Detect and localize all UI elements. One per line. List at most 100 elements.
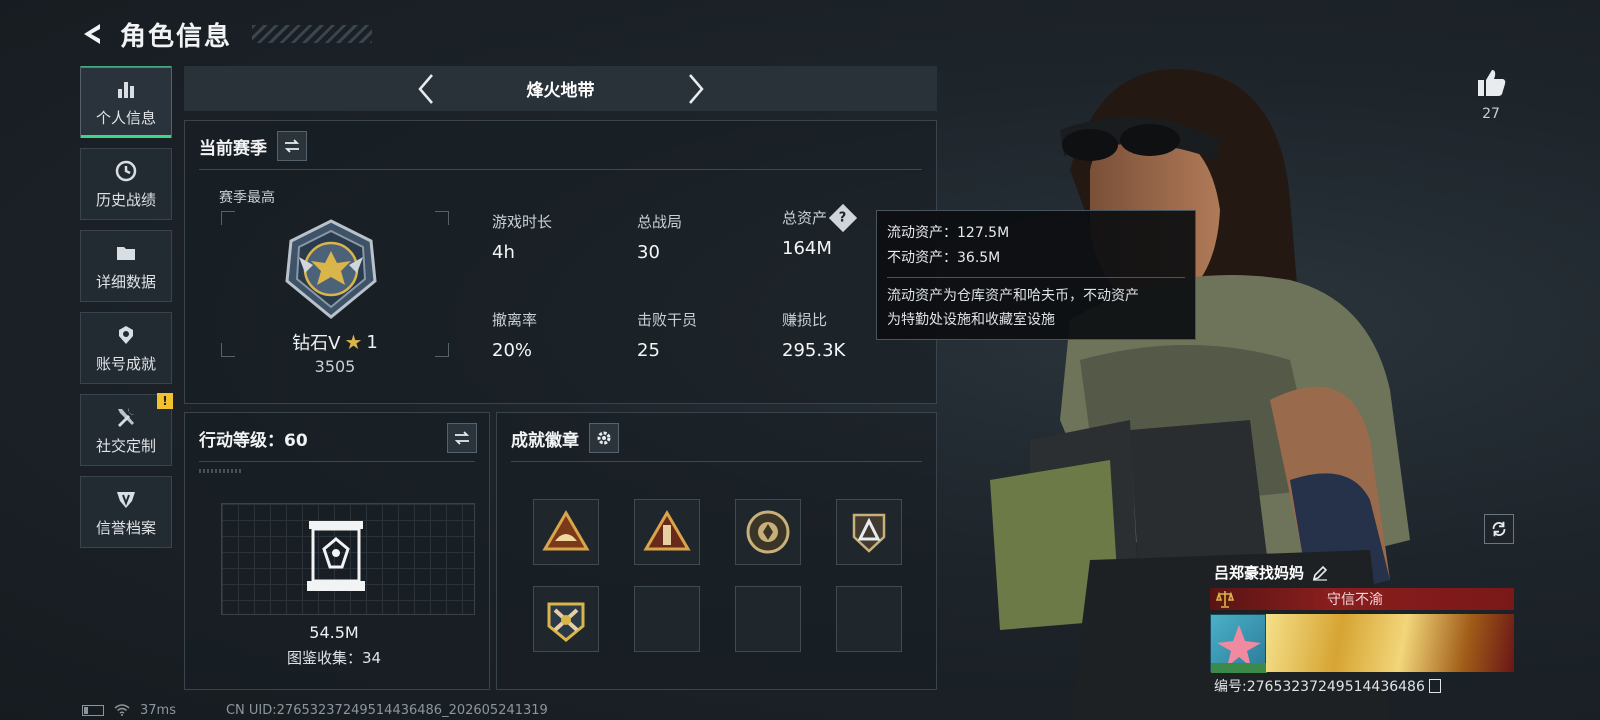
like-count: 27 [1482,106,1500,122]
sidebar-item-label: 信誉档案 [95,518,156,537]
stat-label: 撤离率 [492,311,538,329]
player-name-row: 吕郑豪找妈妈 [1214,562,1328,583]
season-header: 当前赛季 [199,131,307,161]
tooltip-fixed-assets: 不动资产：36.5M [887,250,1001,266]
triangle-camp-badge-icon [542,510,590,551]
reputation-shield-icon [114,487,138,511]
action-level-switch-button[interactable] [447,423,477,453]
honor-title-bar[interactable]: 守信不渝 [1210,588,1514,610]
badge-slot[interactable] [634,499,700,565]
tooltip-liquid-assets: 流动资产：127.5M [887,225,1010,241]
stat-kills: 击败干员 25 [637,309,697,361]
refresh-button[interactable] [1484,514,1514,544]
empty-badge-slot[interactable] [735,586,801,652]
badge-slot[interactable] [533,499,599,565]
season-title: 当前赛季 [199,138,267,159]
divider [199,461,475,462]
stat-label: 赚损比 [782,311,828,329]
stat-profit-ratio: 赚损比 295.3K [782,309,845,361]
stat-label: 击败干员 [637,311,698,329]
mode-next-button[interactable] [681,71,711,107]
divider [511,461,922,462]
empty-badge-slot[interactable] [836,586,902,652]
season-switch-button[interactable] [277,131,307,161]
sidebar-item-social-custom[interactable]: 社交定制 ! [80,393,173,466]
help-icon[interactable]: ? [828,203,858,232]
sidebar-item-label: 社交定制 [95,436,156,455]
swap-icon [454,431,470,445]
stat-value: 30 [637,242,660,263]
ping-value: 37ms [140,702,176,718]
mode-title: 烽火地带 [526,81,595,101]
stat-value: 295.3K [782,340,846,361]
badge-slot[interactable] [735,499,801,565]
achievement-icon [114,323,138,347]
mode-selector: 烽火地带 [184,66,937,111]
rank-name-text: 钻石V [292,333,341,354]
sidebar-item-label: 详细数据 [95,272,156,291]
vault-display-case-icon [307,521,365,591]
assets-tooltip: 流动资产：127.5M 不动资产：36.5M 流动资产为仓库资产和哈夫币，不动资… [876,210,1196,340]
stat-total-assets: 总资产 ? 164M [782,203,858,259]
bar-chart-icon [114,77,138,101]
sidebar-item-reputation[interactable]: 信誉档案 [80,476,172,548]
swap-icon [284,139,300,153]
alert-badge: ! [157,393,173,409]
refresh-icon [1492,521,1506,537]
avatar-card [1210,614,1267,673]
stat-label: 总战局 [637,213,683,231]
gear-icon [597,431,611,445]
empty-badge-slot[interactable] [634,586,700,652]
sidebar-item-match-history[interactable]: 历史战绩 [80,148,172,220]
profile-banner[interactable] [1210,614,1514,673]
sidebar-item-personal-info[interactable]: 个人信息 [80,66,172,138]
season-panel: 当前赛季 赛季最高 钻石V ★ 1 3505 游戏时长 4h 总战局 30 总资… [184,120,937,404]
badges-title: 成就徽章 [511,430,579,451]
sidebar-item-label: 历史战绩 [95,190,156,209]
sidebar-item-achievements[interactable]: 账号成就 [80,312,172,384]
action-level-title: 行动等级：60 [199,430,308,451]
round-emblem-badge-icon [746,510,790,554]
divider [199,169,922,170]
rank-box: 钻石V ★ 1 [221,211,449,357]
crossed-guns-badge-icon [547,602,585,642]
mode-prev-button[interactable] [411,71,441,107]
copy-icon[interactable] [1428,679,1441,693]
sidebar-item-detailed-data[interactable]: 详细数据 [80,230,172,302]
stat-label-row: 总资产 ? [782,203,858,232]
name-card-art [1266,614,1514,672]
badge-slot[interactable] [836,499,902,565]
starfish-avatar-icon [1211,625,1267,673]
back-arrow-icon[interactable] [80,21,106,47]
thumbs-up-icon[interactable] [1474,66,1508,100]
tools-icon [114,405,138,429]
badges-settings-button[interactable] [589,423,619,453]
rank-star-count: 1 [366,331,378,353]
sidebar: 个人信息 历史战绩 详细数据 账号成就 社交定制 ! 信誉档案 [80,66,173,548]
player-uid: 编号:27653237249514436486 [1214,679,1425,695]
corner-decoration [221,211,235,225]
edit-pencil-icon[interactable] [1312,565,1328,581]
wifi-icon [114,704,130,716]
stat-value: 4h [492,242,515,263]
rank-name: 钻石V ★ 1 [221,329,449,355]
battery-icon [82,704,104,716]
stat-value: 164M [782,238,832,259]
badge-slot[interactable] [533,586,599,652]
stat-label: 游戏时长 [492,213,553,231]
player-name: 吕郑豪找妈妈 [1214,564,1305,582]
action-level-header: 行动等级：60 [199,423,477,453]
sidebar-item-label: 个人信息 [95,108,156,127]
stat-value: 20% [492,340,533,361]
stat-value: 25 [637,340,660,361]
sidebar-item-label: 账号成就 [95,354,156,373]
clock-icon [114,159,138,183]
stat-play-time: 游戏时长 4h [492,211,552,263]
collection-count: 图鉴收集：34 [286,649,382,667]
badges-panel: 成就徽章 [496,412,937,690]
player-uid-row: 编号:27653237249514436486 [1214,676,1441,696]
corner-decoration [435,211,449,225]
decoration [199,469,241,473]
help-icon-glyph: ? [839,209,847,225]
season-best-label: 赛季最高 [219,190,275,206]
